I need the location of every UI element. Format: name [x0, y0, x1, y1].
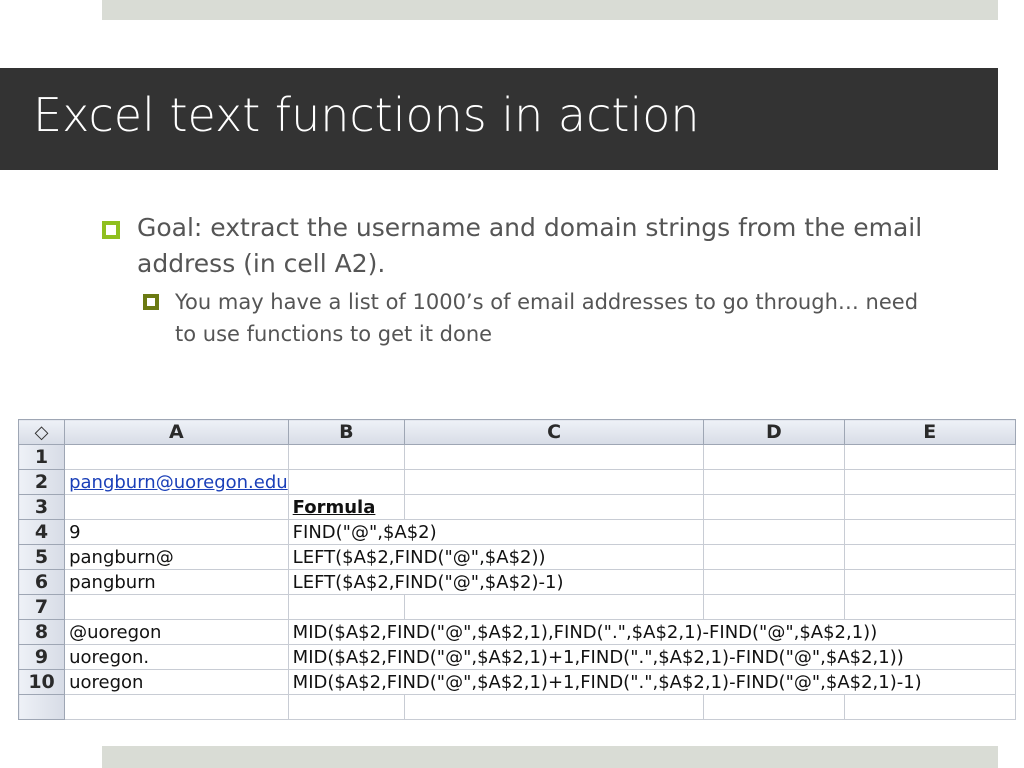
- cell-b2[interactable]: [287, 469, 406, 495]
- cell-e5[interactable]: [843, 544, 1016, 570]
- cell-e4[interactable]: [843, 519, 1016, 545]
- row-header[interactable]: 8: [18, 619, 66, 645]
- table-row: [18, 694, 1016, 720]
- cell-b8-formula[interactable]: MID($A$2,FIND("@",$A$2,1),FIND(".",$A$2,…: [287, 619, 1016, 645]
- bullet-square-icon: [143, 294, 159, 310]
- row-header[interactable]: 1: [18, 444, 66, 470]
- row-header-partial[interactable]: [18, 694, 66, 720]
- table-row: 6 pangburn LEFT($A$2,FIND("@",$A$2)-1): [18, 569, 1016, 595]
- cell-d7[interactable]: [703, 594, 845, 620]
- bullet-level2: You may have a list of 1000’s of email a…: [175, 290, 919, 346]
- table-row: 1: [18, 444, 1016, 470]
- cell-c7[interactable]: [404, 594, 705, 620]
- cell-a3[interactable]: [64, 494, 289, 520]
- cell-a8[interactable]: @uoregon: [64, 619, 289, 645]
- cell-d4[interactable]: [703, 519, 845, 545]
- cell-b4-formula[interactable]: FIND("@",$A$2): [287, 519, 705, 545]
- row-header[interactable]: 7: [18, 594, 66, 620]
- bullet-level1: Goal: extract the username and domain st…: [137, 213, 923, 278]
- cell-b1[interactable]: [287, 444, 406, 470]
- column-header-e[interactable]: E: [843, 419, 1016, 445]
- cell-b6-formula[interactable]: LEFT($A$2,FIND("@",$A$2)-1): [287, 569, 705, 595]
- column-header-a[interactable]: A: [64, 419, 289, 445]
- column-header-b[interactable]: B: [287, 419, 406, 445]
- row-header[interactable]: 6: [18, 569, 66, 595]
- cell-e7[interactable]: [843, 594, 1016, 620]
- table-row: 10 uoregon MID($A$2,FIND("@",$A$2,1)+1,F…: [18, 669, 1016, 695]
- cell-a11[interactable]: [64, 694, 289, 720]
- cell-e3[interactable]: [843, 494, 1016, 520]
- cell-a10[interactable]: uoregon: [64, 669, 289, 695]
- table-row: 8 @uoregon MID($A$2,FIND("@",$A$2,1),FIN…: [18, 619, 1016, 645]
- bullet-square-icon: [102, 221, 120, 239]
- table-row: 4 9 FIND("@",$A$2): [18, 519, 1016, 545]
- cell-d11[interactable]: [703, 694, 845, 720]
- cell-a4[interactable]: 9: [64, 519, 289, 545]
- cell-d1[interactable]: [703, 444, 845, 470]
- cell-e6[interactable]: [843, 569, 1016, 595]
- cell-e11[interactable]: [843, 694, 1016, 720]
- spreadsheet: ◇ A B C D E 1 2 pangburn@uoregon.edu 3 F: [18, 419, 1016, 721]
- cell-c3[interactable]: [404, 494, 705, 520]
- cell-e1[interactable]: [843, 444, 1016, 470]
- slide-title: Excel text functions in action: [33, 88, 700, 142]
- cell-a6[interactable]: pangburn: [64, 569, 289, 595]
- cell-d5[interactable]: [703, 544, 845, 570]
- cell-b9-formula[interactable]: MID($A$2,FIND("@",$A$2,1)+1,FIND(".",$A$…: [287, 644, 1016, 670]
- column-header-d[interactable]: D: [703, 419, 845, 445]
- select-all-corner[interactable]: ◇: [18, 419, 66, 445]
- cell-b3-formula-header[interactable]: Formula: [287, 494, 406, 520]
- spreadsheet-grid: ◇ A B C D E 1 2 pangburn@uoregon.edu 3 F: [18, 419, 1016, 720]
- cell-a2-email-link[interactable]: pangburn@uoregon.edu: [64, 469, 289, 495]
- diamond-icon: ◇: [34, 422, 49, 443]
- row-header[interactable]: 9: [18, 644, 66, 670]
- cell-d3[interactable]: [703, 494, 845, 520]
- bottom-decorative-band: [102, 746, 998, 768]
- cell-b7[interactable]: [287, 594, 406, 620]
- row-header[interactable]: 5: [18, 544, 66, 570]
- row-header[interactable]: 3: [18, 494, 66, 520]
- cell-d6[interactable]: [703, 569, 845, 595]
- cell-c2[interactable]: [404, 469, 705, 495]
- cell-d2[interactable]: [703, 469, 845, 495]
- column-header-c[interactable]: C: [404, 419, 705, 445]
- cell-a5[interactable]: pangburn@: [64, 544, 289, 570]
- column-header-row: ◇ A B C D E: [18, 419, 1016, 445]
- cell-c1[interactable]: [404, 444, 705, 470]
- cell-a9[interactable]: uoregon.: [64, 644, 289, 670]
- table-row: 5 pangburn@ LEFT($A$2,FIND("@",$A$2)): [18, 544, 1016, 570]
- cell-b11[interactable]: [287, 694, 406, 720]
- row-header[interactable]: 2: [18, 469, 66, 495]
- row-header[interactable]: 4: [18, 519, 66, 545]
- table-row: 7: [18, 594, 1016, 620]
- cell-a7[interactable]: [64, 594, 289, 620]
- cell-b5-formula[interactable]: LEFT($A$2,FIND("@",$A$2)): [287, 544, 705, 570]
- row-header[interactable]: 10: [18, 669, 66, 695]
- top-decorative-band: [102, 0, 998, 20]
- cell-b10-formula[interactable]: MID($A$2,FIND("@",$A$2,1)+1,FIND(".",$A$…: [287, 669, 1016, 695]
- table-row: 2 pangburn@uoregon.edu: [18, 469, 1016, 495]
- cell-a1[interactable]: [64, 444, 289, 470]
- table-row: 3 Formula: [18, 494, 1016, 520]
- table-row: 9 uoregon. MID($A$2,FIND("@",$A$2,1)+1,F…: [18, 644, 1016, 670]
- cell-c11[interactable]: [404, 694, 705, 720]
- cell-e2[interactable]: [843, 469, 1016, 495]
